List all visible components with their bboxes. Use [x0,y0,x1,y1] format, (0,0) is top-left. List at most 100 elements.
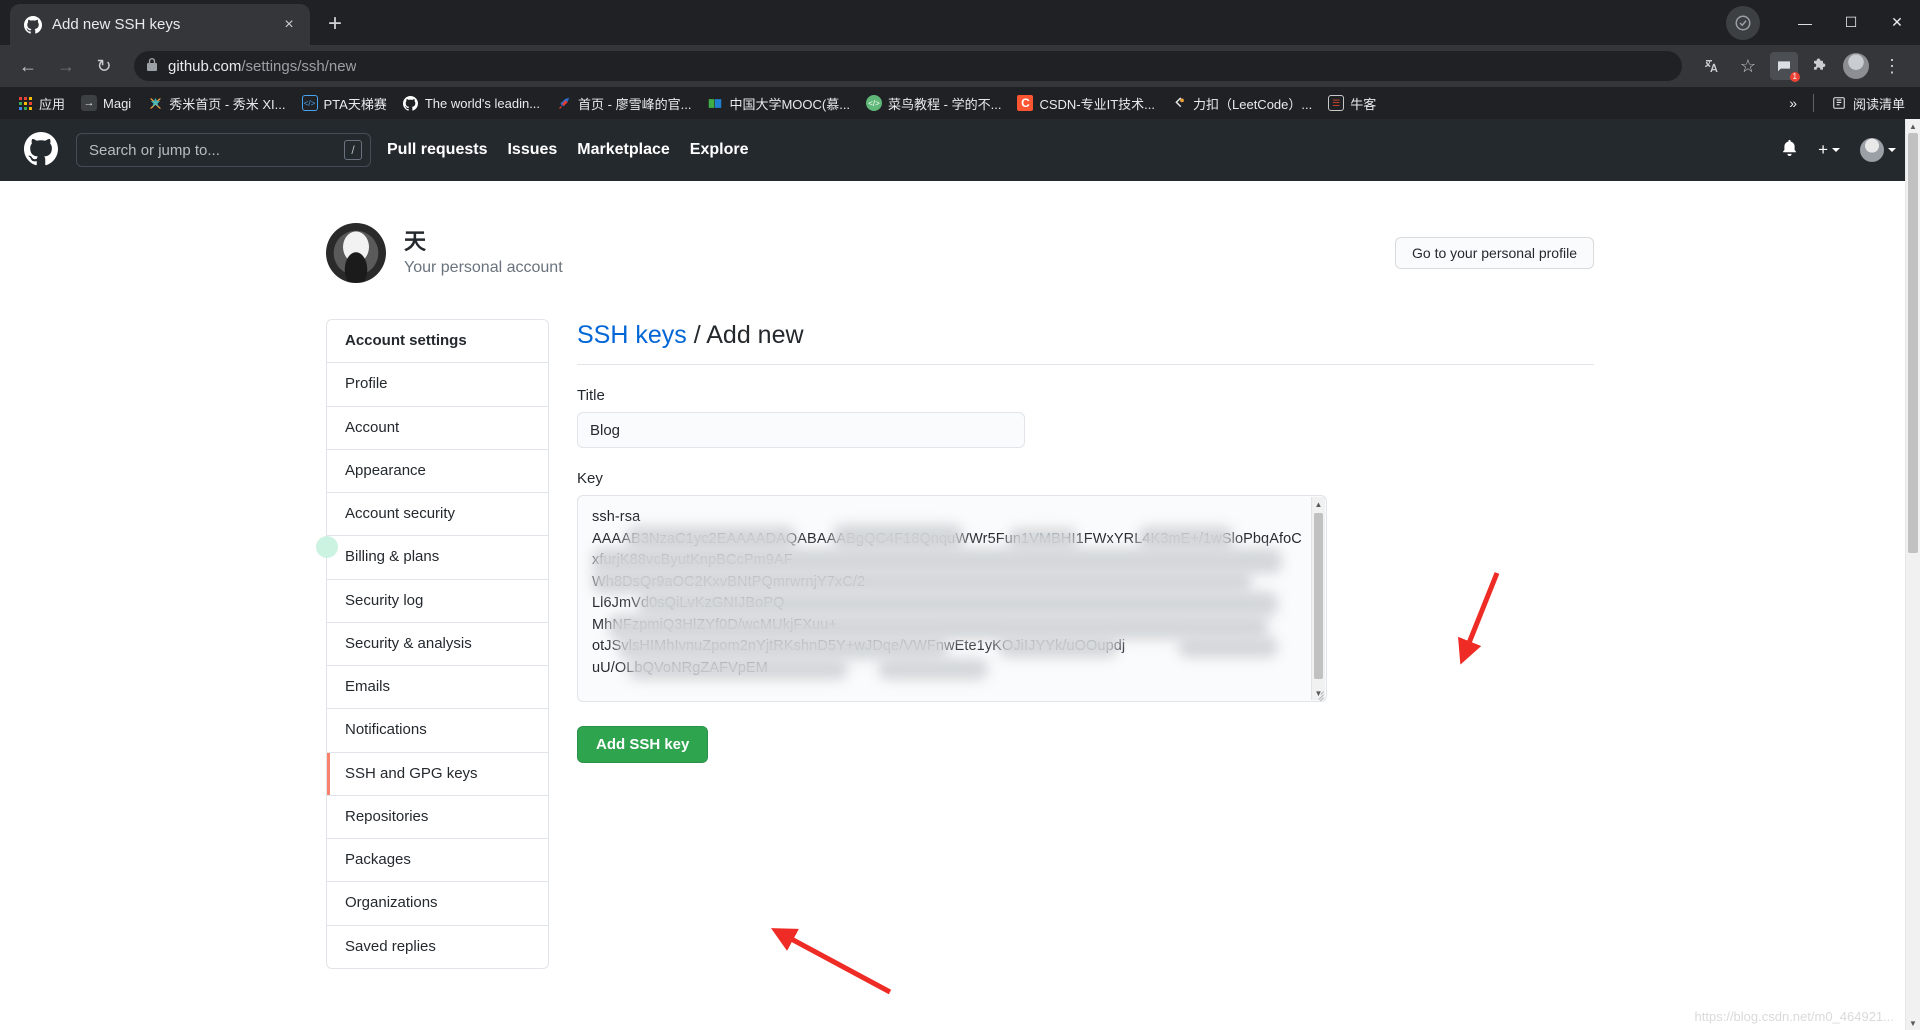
bookmark-xiumi[interactable]: 秀米首页 - 秀米 XI... [140,91,292,116]
reading-list-label: 阅读清单 [1852,96,1905,112]
url-path: /settings/ssh/new [241,57,357,75]
page-scrollbar[interactable]: ▲ ▼ [1905,119,1920,1030]
sidebar-item-repositories[interactable]: Repositories [327,794,548,838]
go-to-profile-button[interactable]: Go to your personal profile [1395,237,1594,269]
sidebar-item-account-security[interactable]: Account security [327,492,548,535]
nav-pull-requests[interactable]: Pull requests [387,141,487,159]
url-text: github.com/settings/ssh/new [168,58,356,75]
avatar[interactable] [326,223,386,283]
bookmark-label: 中国大学MOOC(慕... [729,96,851,112]
apps-grid-icon [17,95,33,111]
watermark: https://blog.csdn.net/m0_464921... [1694,1009,1894,1024]
bookmark-csdn[interactable]: C CSDN-专业IT技术... [1010,91,1162,116]
breadcrumb-separator: / [686,321,707,349]
github-header: Search or jump to... / Pull requests Iss… [0,119,1920,181]
window-close-button[interactable]: ✕ [1874,0,1920,45]
close-icon[interactable]: × [278,14,300,36]
divider [577,364,1594,365]
scrollbar-thumb[interactable] [1908,133,1918,553]
resize-handle[interactable] [1312,687,1324,701]
search-shortcut-badge: / [344,140,362,160]
rocket-icon [556,95,572,111]
github-mark-icon[interactable] [24,132,60,168]
browser-window: Add new SSH keys × + — ☐ ✕ ← → ↻ github.… [0,0,1920,1030]
sidebar-item-security-log[interactable]: Security log [327,578,548,622]
nav-marketplace[interactable]: Marketplace [577,141,670,159]
puzzle-icon[interactable] [1804,50,1836,82]
sidebar-item-account-settings: Account settings [345,332,467,349]
extension-badge-icon[interactable]: 1 [1768,50,1800,82]
bookmark-runoob[interactable]: </> 菜鸟教程 - 学的不... [859,91,1008,116]
add-ssh-key-button[interactable]: Add SSH key [577,726,709,763]
sidebar-item-organizations[interactable]: Organizations [327,881,548,924]
window-controls: — ☐ ✕ [1782,0,1920,45]
maximize-button[interactable]: ☐ [1828,0,1874,45]
sidebar-item-security-analysis[interactable]: Security & analysis [327,621,548,665]
github-icon [403,95,419,111]
bookmark-liaoxuefeng[interactable]: 首页 - 廖雪峰的官... [549,91,698,116]
runoob-icon: </> [866,95,883,111]
browser-profile-button[interactable] [1726,6,1760,40]
sidebar-item-packages[interactable]: Packages [327,838,548,881]
bookmark-label: The world's leadin... [424,95,541,111]
sidebar-item-profile[interactable]: Profile [327,362,548,405]
page-content: 天 Your personal account Go to your perso… [0,181,1920,969]
plus-icon: + [1818,140,1828,159]
back-icon[interactable]: ← [12,50,44,82]
key-textarea[interactable]: ssh-rsa AAAAB3NzaC1yc2EAAAADAQABAAABgQC4… [577,495,1327,702]
github-header-actions: + [1781,138,1896,162]
translate-icon[interactable] [1696,50,1728,82]
account-header: 天 Your personal account Go to your perso… [326,181,1594,283]
sidebar-item-saved-replies[interactable]: Saved replies [327,924,548,968]
nav-explore[interactable]: Explore [690,141,749,159]
sidebar-item-notifications[interactable]: Notifications [327,708,548,751]
bookmark-github[interactable]: The world's leadin... [396,92,547,114]
minimize-button[interactable]: — [1782,0,1828,45]
scroll-up-icon[interactable]: ▲ [1906,119,1920,133]
key-textarea-scrollbar[interactable]: ▲ ▼ [1311,497,1325,700]
browser-tab[interactable]: Add new SSH keys × [10,4,310,45]
new-tab-button[interactable]: + [318,7,352,41]
bookmark-pta[interactable]: </> PTA天梯赛 [295,91,394,116]
key-textarea-value: ssh-rsa AAAAB3NzaC1yc2EAAAADAQABAAABgQC4… [592,509,1302,676]
account-subtitle: Your personal account [404,258,563,276]
search-input[interactable]: Search or jump to... / [76,133,371,167]
bookmarks-bar: 应用 → Magi 秀米首页 - 秀米 XI... </> PTA天梯赛 The… [0,87,1920,119]
browser-avatar[interactable] [1840,50,1872,82]
sidebar-item-account[interactable]: Account [327,405,548,449]
scroll-up-icon[interactable]: ▲ [1312,497,1325,511]
forward-icon[interactable]: → [50,50,82,82]
browser-menu-icon[interactable]: ⋮ [1876,50,1908,82]
breadcrumb-ssh-keys-link[interactable]: SSH keys [577,321,687,349]
bookmark-star-icon[interactable]: ☆ [1732,50,1764,82]
scroll-down-icon[interactable]: ▼ [1906,1016,1920,1030]
nav-issues[interactable]: Issues [507,141,557,159]
account-menu[interactable] [1860,138,1896,162]
reading-list-button[interactable]: 阅读清单 [1824,91,1912,116]
bookmarks-overflow-icon[interactable]: » [1783,95,1803,111]
bell-icon[interactable] [1781,139,1798,161]
leetcode-icon [1171,95,1187,111]
sidebar-item-billing-plans[interactable]: Billing & plans [327,535,548,578]
settings-sidebar: Account settings Profile Account Appeara… [326,319,549,969]
page-title: SSH keys / Add new [577,321,1594,350]
bookmarks-bar-right: » 阅读清单 [1783,91,1912,116]
sidebar-item-emails[interactable]: Emails [327,665,548,708]
bookmark-nowcoder[interactable]: ☰ 牛客 [1321,91,1383,116]
bookmark-leetcode[interactable]: 力扣（LeetCode）... [1164,91,1319,116]
pta-icon: </> [301,95,318,111]
create-new-menu[interactable]: + [1818,140,1840,160]
sidebar-item-appearance[interactable]: Appearance [327,448,548,492]
sidebar-item-ssh-and-gpg-keys[interactable]: SSH and GPG keys [327,751,548,796]
title-input[interactable]: Blog [577,412,1025,448]
address-bar[interactable]: github.com/settings/ssh/new [134,51,1682,81]
scrollbar-thumb[interactable] [1314,513,1323,679]
bookmark-apps[interactable]: 应用 [10,91,72,116]
breadcrumb-current: Add new [706,321,804,349]
browser-titlebar: Add new SSH keys × + — ☐ ✕ [0,0,1920,45]
url-domain: github.com [168,57,242,75]
bookmark-mooc[interactable]: 中国大学MOOC(慕... [700,91,857,116]
title-field-label: Title [577,387,605,404]
reload-icon[interactable]: ↻ [88,50,120,82]
bookmark-magi[interactable]: → Magi [74,92,138,114]
